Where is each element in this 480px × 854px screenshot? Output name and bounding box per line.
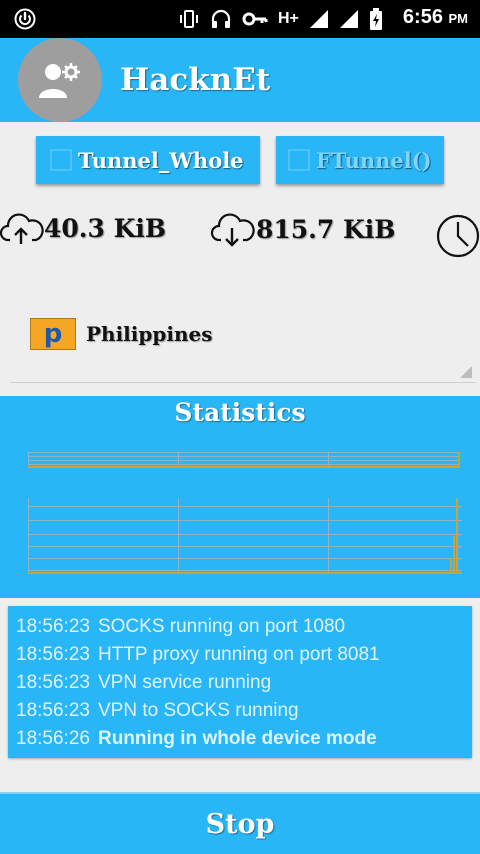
battery-icon — [369, 8, 383, 30]
app-title: HacknEt — [120, 62, 271, 98]
status-bar: H+ 6:56 PM — [0, 0, 480, 38]
cloud-download-icon — [210, 213, 255, 247]
clock: 6:56 PM — [402, 6, 468, 28]
upload-value: 40.3 KiB — [44, 213, 166, 243]
key-icon — [242, 8, 268, 30]
signal-icon — [309, 8, 329, 30]
stop-button[interactable]: Stop — [0, 792, 480, 854]
log-console: 18:56:23 SOCKS running on port 1080 18:56… — [8, 606, 472, 758]
headset-icon — [210, 8, 232, 30]
app-header: HacknEt — [0, 38, 480, 122]
ftunnel-label: FTunnel() — [316, 147, 432, 173]
download-value: 815.7 KiB — [256, 214, 396, 244]
log-line: 18:56:23 HTTP proxy running on port 8081 — [16, 644, 380, 665]
checkbox-unchecked[interactable] — [288, 149, 310, 171]
account-settings-avatar[interactable] — [18, 38, 102, 122]
log-line: 18:56:26 Running in whole device mode — [16, 728, 377, 749]
log-line: 18:56:23 VPN service running — [16, 672, 272, 693]
network-type: H+ — [278, 10, 299, 27]
tunnel-whole-label: Tunnel_Whole — [78, 147, 244, 173]
checkbox-checked[interactable] — [50, 149, 72, 171]
statistics-panel: Statistics — [0, 396, 480, 598]
log-line: 18:56:23 SOCKS running on port 1080 — [16, 616, 346, 637]
statistics-title: Statistics — [174, 398, 306, 427]
clock-icon — [436, 214, 480, 258]
tunnel-whole-toggle[interactable]: Tunnel_Whole — [36, 136, 260, 184]
power-icon — [14, 8, 36, 30]
signal-icon — [339, 8, 359, 30]
ftunnel-toggle[interactable]: FTunnel() — [276, 136, 444, 184]
server-flag-icon: p — [30, 318, 76, 350]
log-line: 18:56:23 VPN to SOCKS running — [16, 700, 299, 721]
upload-counter: 40.3 KiB — [0, 210, 166, 246]
vibrate-icon — [178, 8, 200, 30]
download-counter: 815.7 KiB — [210, 210, 395, 248]
lower-graph — [28, 498, 462, 574]
upper-graph — [28, 452, 460, 468]
cloud-upload-icon — [0, 213, 44, 244]
server-selector[interactable]: p Philippines — [10, 298, 476, 383]
user-settings-icon — [39, 63, 80, 98]
server-name: Philippines — [86, 322, 213, 346]
dropdown-corner-icon — [460, 366, 472, 378]
